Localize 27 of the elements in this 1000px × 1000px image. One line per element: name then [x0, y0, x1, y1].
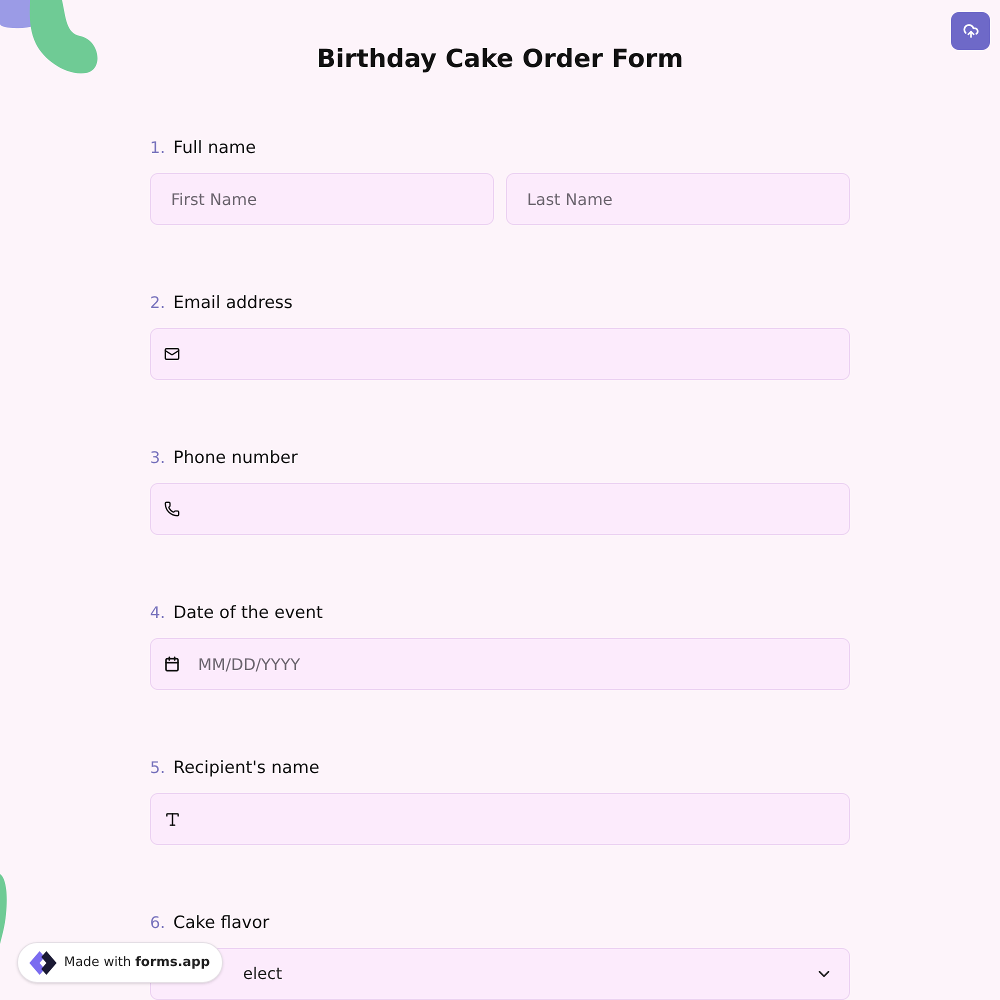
question-label: Email address: [173, 292, 293, 315]
name-field[interactable]: First Name: [150, 173, 494, 225]
blob-drawing: [0, 874, 8, 944]
phone-icon: [164, 501, 180, 517]
question-number: 3.: [150, 447, 166, 469]
mail-icon: [164, 346, 180, 362]
question-label: Recipient's name: [173, 757, 320, 780]
question-number: 4.: [150, 602, 166, 624]
question-label: Phone number: [173, 447, 298, 470]
text-icon: [164, 811, 181, 828]
question-label: Full name: [173, 137, 256, 160]
date-field[interactable]: MM/DD/YYYY: [150, 638, 850, 690]
calendar-icon: [164, 656, 180, 672]
question-number: 2.: [150, 292, 166, 314]
question-label: Date of the event: [173, 602, 323, 625]
phone-field[interactable]: [150, 483, 850, 535]
question-label: Cake flavor: [173, 912, 270, 935]
form-title: Birthday Cake Order Form: [316, 43, 684, 75]
cloud-upload-icon: [962, 23, 978, 39]
question-number: 5.: [150, 757, 166, 779]
email-field[interactable]: [150, 328, 850, 380]
made-with-toast[interactable]: Made with forms.app: [17, 942, 223, 983]
upload-button[interactable]: [951, 12, 990, 50]
text-field[interactable]: [150, 793, 850, 845]
question-number: 6.: [150, 912, 166, 934]
name-field[interactable]: Last Name: [506, 173, 850, 225]
question-number: 1.: [150, 137, 166, 159]
